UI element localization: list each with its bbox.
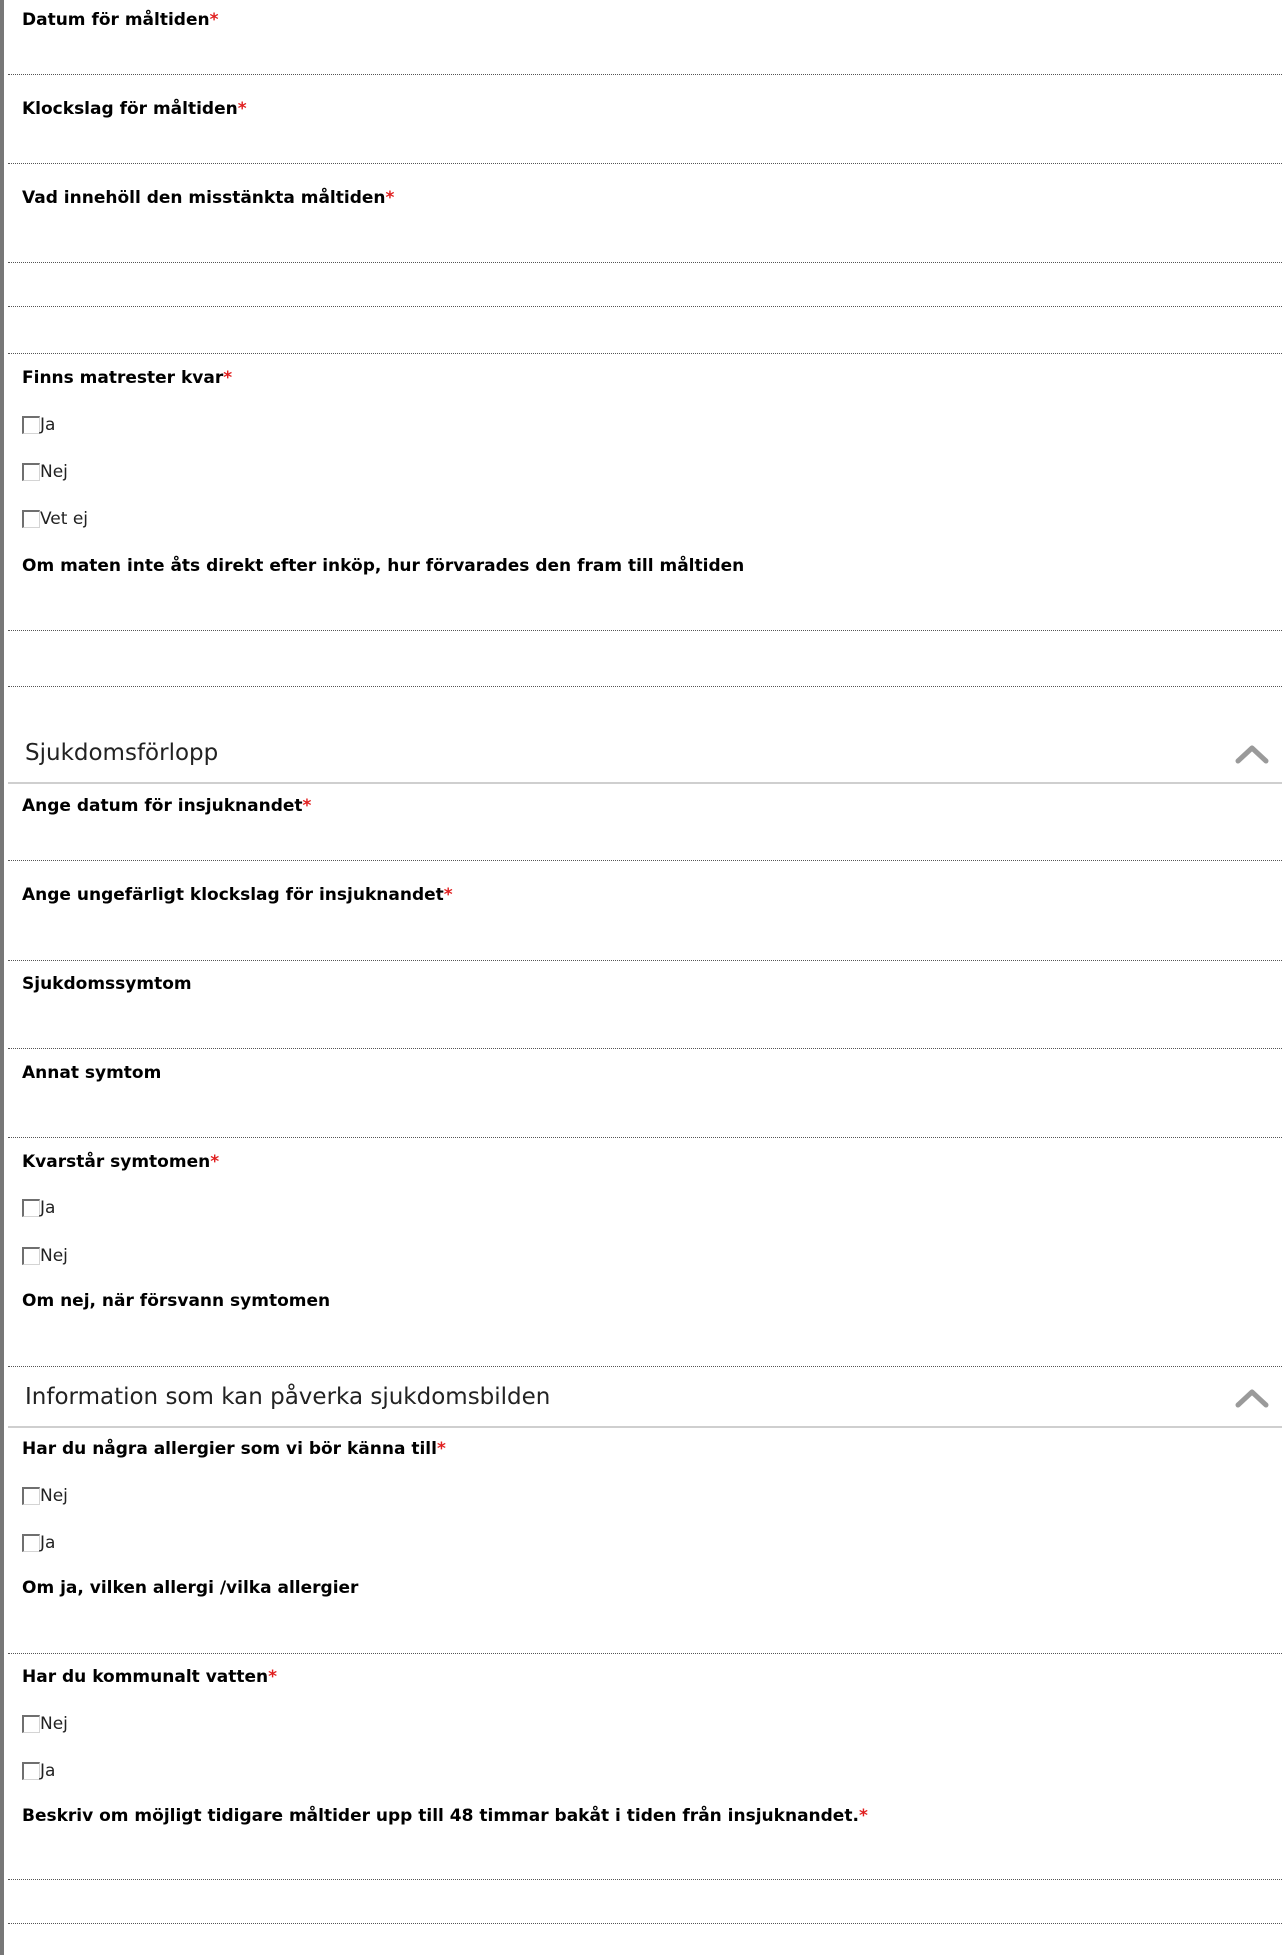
water-label: Har du kommunalt vatten*: [22, 1667, 278, 1687]
storage-input-line1[interactable]: [8, 587, 1282, 631]
chevron-up-icon[interactable]: [1234, 1385, 1270, 1409]
earlier-meals-input-line1[interactable]: [8, 1836, 1282, 1880]
disappeared-label: Om nej, när försvann symtomen: [22, 1291, 331, 1311]
disappeared-input[interactable]: [8, 1323, 1282, 1367]
required-marker: *: [237, 99, 247, 119]
chevron-up-icon[interactable]: [1234, 741, 1270, 765]
section-title: Sjukdomsförlopp: [25, 740, 219, 766]
checkbox-unchecked-icon[interactable]: [22, 510, 40, 528]
checkbox-unchecked-icon[interactable]: [22, 416, 40, 434]
checkbox-unchecked-icon[interactable]: [22, 463, 40, 481]
required-marker: *: [443, 885, 453, 905]
allergy-which-label: Om ja, vilken allergi /vilka allergier: [22, 1578, 359, 1598]
checkbox-unchecked-icon[interactable]: [22, 1199, 40, 1217]
onset-date-label: Ange datum för insjuknandet*: [22, 796, 312, 816]
leftovers-option-ja[interactable]: Ja: [22, 412, 55, 436]
onset-date-input[interactable]: [8, 817, 1282, 861]
meal-contents-input-line3[interactable]: [8, 310, 1282, 354]
onset-time-input[interactable]: [8, 917, 1282, 961]
section-title: Information som kan påverka sjukdomsbild…: [25, 1384, 551, 1410]
required-marker: *: [223, 368, 233, 388]
checkbox-unchecked-icon[interactable]: [22, 1247, 40, 1265]
required-marker: *: [385, 188, 395, 208]
required-marker: *: [436, 1439, 446, 1459]
earlier-meals-input-line2[interactable]: [8, 1880, 1282, 1924]
symptoms-label: Sjukdomssymtom: [22, 974, 192, 994]
earlier-meals-label: Beskriv om möjligt tidigare måltider upp…: [22, 1806, 868, 1826]
other-symptom-input[interactable]: [8, 1094, 1282, 1138]
checkbox-unchecked-icon[interactable]: [22, 1762, 40, 1780]
required-marker: *: [209, 10, 219, 30]
required-marker: *: [302, 796, 312, 816]
leftovers-label: Finns matrester kvar*: [22, 368, 233, 388]
checkbox-unchecked-icon[interactable]: [22, 1534, 40, 1552]
required-marker: *: [268, 1667, 278, 1687]
meal-time-label: Klockslag för måltiden*: [22, 99, 247, 119]
section-header-info[interactable]: Information som kan påverka sjukdomsbild…: [8, 1368, 1282, 1428]
meal-contents-input-line2[interactable]: [8, 263, 1282, 307]
onset-time-label: Ange ungefärligt klockslag för insjuknan…: [22, 885, 453, 905]
persist-option-ja[interactable]: Ja: [22, 1195, 55, 1219]
checkbox-unchecked-icon[interactable]: [22, 1487, 40, 1505]
meal-contents-input-line1[interactable]: [8, 219, 1282, 263]
persist-label: Kvarstår symtomen*: [22, 1152, 220, 1172]
persist-option-nej[interactable]: Nej: [22, 1243, 68, 1267]
required-marker: *: [210, 1152, 220, 1172]
section-header-illness[interactable]: Sjukdomsförlopp: [8, 724, 1282, 784]
storage-input-line2[interactable]: [8, 643, 1282, 687]
symptoms-input[interactable]: [8, 1005, 1282, 1049]
meal-date-label: Datum för måltiden*: [22, 10, 219, 30]
required-marker: *: [858, 1806, 868, 1826]
allergy-label: Har du några allergier som vi bör känna …: [22, 1439, 446, 1459]
checkbox-unchecked-icon[interactable]: [22, 1715, 40, 1733]
meal-contents-label: Vad innehöll den misstänkta måltiden*: [22, 188, 395, 208]
meal-time-input[interactable]: [8, 120, 1282, 164]
allergy-option-nej[interactable]: Nej: [22, 1483, 68, 1507]
leftovers-option-nej[interactable]: Nej: [22, 459, 68, 483]
water-option-nej[interactable]: Nej: [22, 1711, 68, 1735]
form-page: Datum för måltiden* Klockslag för måltid…: [0, 0, 1282, 1955]
meal-date-input[interactable]: [8, 31, 1282, 75]
storage-label: Om maten inte åts direkt efter inköp, hu…: [22, 556, 745, 576]
water-option-ja[interactable]: Ja: [22, 1758, 55, 1782]
other-symptom-label: Annat symtom: [22, 1063, 162, 1083]
allergy-which-input[interactable]: [8, 1610, 1282, 1654]
leftovers-option-vet-ej[interactable]: Vet ej: [22, 506, 88, 530]
allergy-option-ja[interactable]: Ja: [22, 1530, 55, 1554]
